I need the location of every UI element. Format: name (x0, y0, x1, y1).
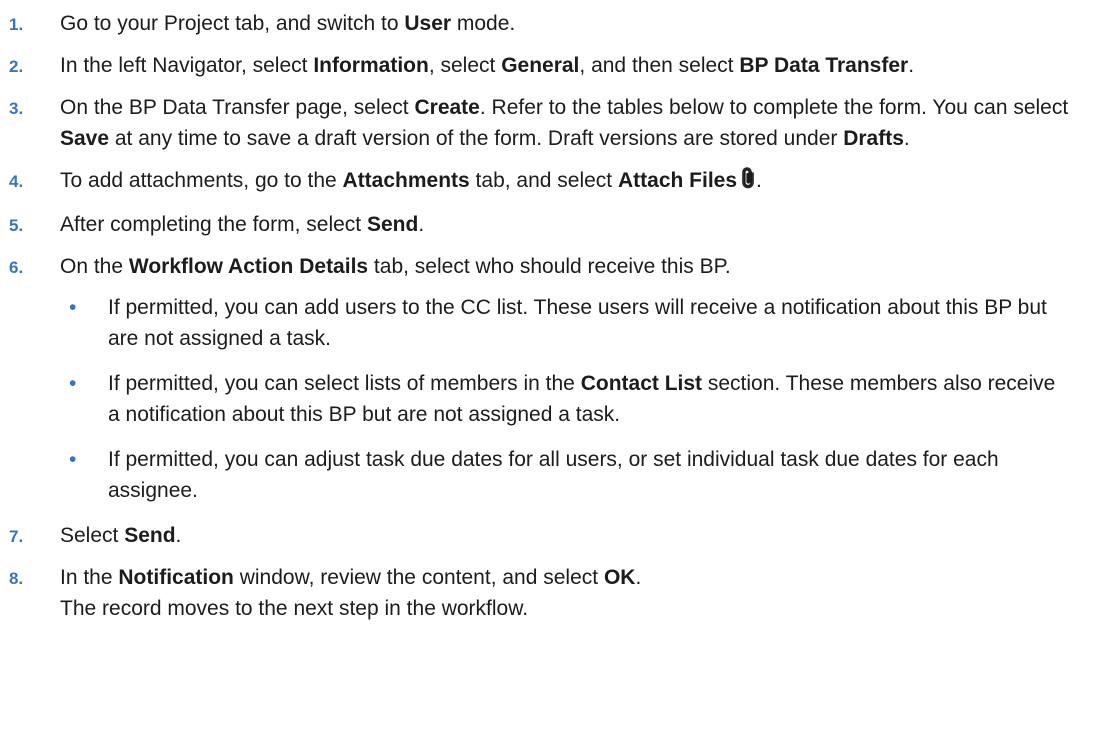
step-text: Select Send. (60, 520, 1082, 551)
text-run: The record moves to the next step in the… (60, 597, 529, 620)
text-run: In the left Navigator, select (60, 54, 314, 77)
step-number: 8. (9, 569, 24, 588)
ui-term: Save (60, 127, 110, 150)
text-run: . (635, 566, 642, 589)
text-run: Select (60, 524, 125, 547)
ui-term: Workflow Action Details (128, 255, 369, 278)
bullet-marker: • (69, 372, 77, 395)
list-item: 4. To add attachments, go to the Attachme… (0, 165, 1102, 198)
text-run: To add attachments, go to the (60, 169, 343, 192)
step-text: Go to your Project tab, and switch to Us… (60, 8, 1082, 39)
ui-term: Send (366, 213, 419, 236)
text-run: On the BP Data Transfer page, select (60, 96, 415, 119)
instruction-list: 1. Go to your Project tab, and switch to … (0, 0, 1102, 624)
step-number: 2. (9, 57, 24, 76)
step-number: 4. (9, 172, 24, 191)
bullet-item: • If permitted, you can select lists of m… (60, 368, 1082, 430)
bullet-list: • If permitted, you can add users to the … (60, 292, 1082, 506)
text-run: . (903, 127, 910, 150)
text-run: If permitted, you can add users to the C… (108, 296, 1047, 350)
text-run: . Refer to the tables below to complete … (479, 96, 1069, 119)
step-text: On the Workflow Action Details tab, sele… (60, 251, 1082, 282)
step-number: 1. (9, 15, 24, 34)
text-run: mode. (451, 12, 516, 35)
text-run: at any time to save a draft version of t… (109, 127, 844, 150)
list-item: 2. In the left Navigator, select Informat… (0, 50, 1102, 81)
step-number: 6. (9, 258, 24, 277)
step-text: To add attachments, go to the Attachment… (60, 165, 1082, 198)
paperclip-icon (740, 167, 756, 198)
text-run: After completing the form, select (60, 213, 367, 236)
list-item: 8. In the Notification window, review the… (0, 562, 1102, 624)
list-item: 3. On the BP Data Transfer page, select C… (0, 92, 1102, 154)
step-text: In the Notification window, review the c… (60, 562, 1082, 624)
step-number: 3. (9, 99, 24, 118)
ui-term: General (501, 54, 580, 77)
text-run: . (418, 213, 425, 236)
bullet-marker: • (69, 448, 77, 471)
ui-term: User (404, 12, 452, 35)
bullet-item: • If permitted, you can add users to the … (60, 292, 1082, 354)
text-run: , and then select (579, 54, 740, 77)
text-run: . (908, 54, 915, 77)
text-run: , select (428, 54, 502, 77)
step-text: In the left Navigator, select Informatio… (60, 50, 1082, 81)
text-run: tab, and select (469, 169, 618, 192)
bullet-text: If permitted, you can select lists of me… (108, 368, 1062, 430)
step-number: 5. (9, 216, 24, 235)
text-run: If permitted, you can select lists of me… (108, 372, 581, 395)
text-run: In the (60, 566, 119, 589)
bullet-marker: • (69, 296, 77, 319)
ui-term: BP Data Transfer (739, 54, 909, 77)
ui-term: Create (414, 96, 480, 119)
step-text: After completing the form, select Send. (60, 209, 1082, 240)
ui-term: Attachments (342, 169, 470, 192)
text-run: . (756, 169, 762, 192)
text-run: If permitted, you can adjust task due da… (108, 448, 999, 502)
text-run: window, review the content, and select (233, 566, 604, 589)
list-item: 5. After completing the form, select Send… (0, 209, 1102, 240)
list-item: 6. On the Workflow Action Details tab, se… (0, 251, 1102, 506)
text-run: tab, select who should receive this BP. (368, 255, 731, 278)
bullet-item: • If permitted, you can adjust task due d… (60, 444, 1082, 506)
text-run: Go to your Project tab, and switch to (60, 12, 405, 35)
text-run: . (175, 524, 182, 547)
bullet-text: If permitted, you can adjust task due da… (108, 444, 1062, 506)
ui-term: Notification (118, 566, 234, 589)
step-number: 7. (9, 527, 24, 546)
text-run: On the (60, 255, 129, 278)
step-text: On the BP Data Transfer page, select Cre… (60, 92, 1082, 154)
list-item: 7. Select Send. (0, 520, 1102, 551)
ui-term: Drafts (843, 127, 904, 150)
ui-term: Contact List (580, 372, 703, 395)
bullet-text: If permitted, you can add users to the C… (108, 292, 1062, 354)
ui-term: Attach Files (617, 169, 738, 192)
ui-term: Information (313, 54, 429, 77)
list-item: 1. Go to your Project tab, and switch to … (0, 8, 1102, 39)
ui-term: Send (124, 524, 176, 547)
ui-term: OK (603, 566, 636, 589)
